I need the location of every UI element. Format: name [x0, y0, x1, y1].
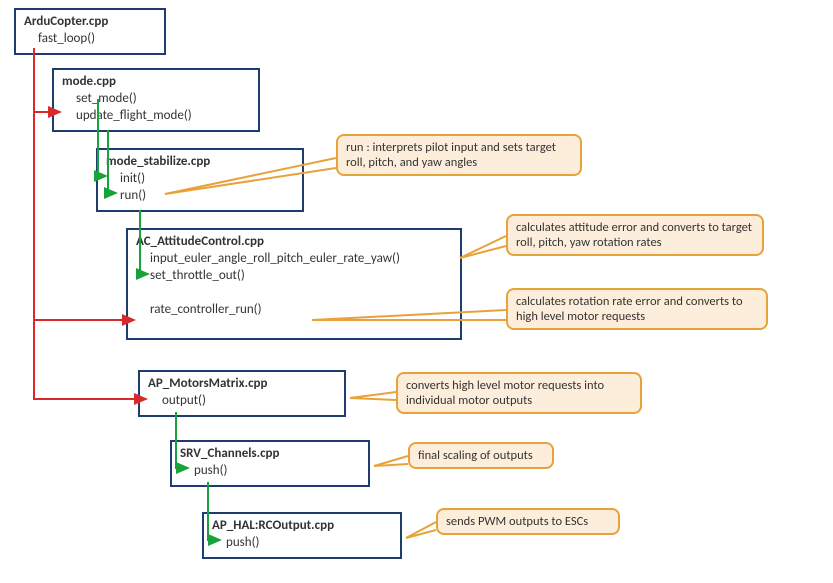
- box-mode-stabilize: mode_stabilize.cpp init() run(): [96, 148, 304, 212]
- callout-hal: sends PWM outputs to ESCs: [436, 508, 620, 535]
- box-ac-attitude: AC_AttitudeControl.cpp input_euler_angle…: [126, 228, 462, 340]
- fn: input_euler_angle_roll_pitch_euler_rate_…: [150, 250, 452, 267]
- callout-rate-ctrl: calculates rotation rate error and conve…: [506, 288, 768, 330]
- callout-run: run : interprets pilot input and sets ta…: [336, 134, 582, 176]
- callout-text: run : interprets pilot input and sets ta…: [346, 140, 556, 170]
- callout-text: final scaling of outputs: [418, 448, 533, 463]
- fn: init(): [120, 170, 294, 187]
- box-srv: SRV_Channels.cpp push(): [170, 440, 370, 487]
- box-title: SRV_Channels.cpp: [180, 446, 360, 461]
- box-motors: AP_MotorsMatrix.cpp output(): [138, 370, 346, 417]
- box-arducopter: ArduCopter.cpp fast_loop(): [14, 8, 166, 55]
- fn: fast_loop(): [38, 30, 156, 47]
- fn: rate_controller_run(): [150, 301, 452, 318]
- fn: set_throttle_out(): [150, 267, 452, 284]
- fn: update_flight_mode(): [76, 107, 250, 124]
- box-title: AP_MotorsMatrix.cpp: [148, 376, 336, 391]
- fn: [150, 284, 452, 301]
- box-title: ArduCopter.cpp: [24, 14, 156, 29]
- fn: set_mode(): [76, 90, 250, 107]
- callout-srv: final scaling of outputs: [408, 442, 554, 469]
- fn: run(): [120, 187, 294, 204]
- fn: push(): [226, 534, 392, 551]
- box-hal: AP_HAL:RCOutput.cpp push(): [202, 512, 402, 559]
- box-title: AC_AttitudeControl.cpp: [136, 234, 452, 249]
- box-title: AP_HAL:RCOutput.cpp: [212, 518, 392, 533]
- fn: push(): [194, 462, 360, 479]
- box-mode: mode.cpp set_mode() update_flight_mode(): [52, 68, 260, 132]
- callout-motors: converts high level motor requests into …: [396, 372, 642, 414]
- callout-text: sends PWM outputs to ESCs: [446, 514, 588, 529]
- box-title: mode.cpp: [62, 74, 250, 89]
- callout-input-euler: calculates attitude error and converts t…: [506, 214, 764, 256]
- callout-text: calculates attitude error and converts t…: [516, 220, 752, 250]
- fn: output(): [162, 392, 336, 409]
- callout-text: calculates rotation rate error and conve…: [516, 294, 743, 324]
- callout-text: converts high level motor requests into …: [406, 378, 604, 408]
- box-title: mode_stabilize.cpp: [106, 154, 294, 169]
